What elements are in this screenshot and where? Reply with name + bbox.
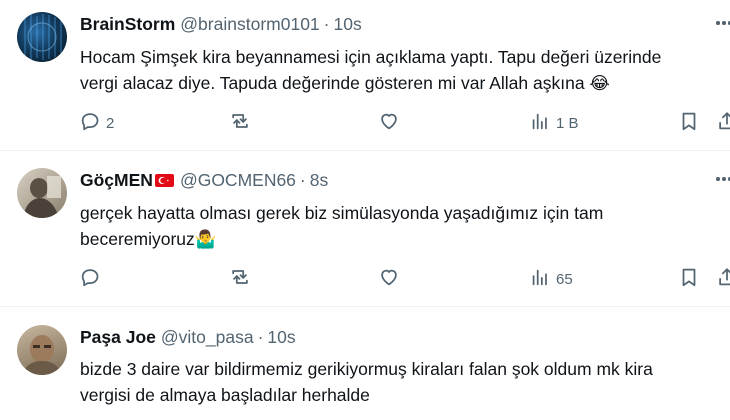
avatar[interactable]	[17, 168, 67, 218]
share-button[interactable]	[716, 266, 730, 292]
reply-icon	[79, 110, 101, 136]
repost-icon	[229, 266, 251, 292]
tweet-text-line: beceremiyoruz🤷‍♂️	[80, 229, 217, 249]
views-icon	[529, 110, 551, 136]
separator-dot: ·	[257, 326, 264, 347]
repost-icon	[229, 110, 251, 136]
tweet-pasa-joe[interactable]: Paşa Joe @vito_pasa · 10s bizde 3 daire …	[0, 307, 730, 420]
tweet-text: Hocam Şimşek kira beyannamesi için açıkl…	[80, 44, 730, 96]
heart-icon	[378, 110, 400, 136]
avatar[interactable]	[17, 12, 67, 62]
tweet-brainstorm[interactable]: BrainStorm @brainstorm0101 · 10s Hocam Ş…	[0, 0, 730, 150]
share-button[interactable]	[716, 110, 730, 136]
tweet-text-line: bizde 3 daire var bildirmemiz gerikiyorm…	[80, 359, 653, 379]
more-icon[interactable]	[716, 21, 730, 27]
bookmark-icon	[678, 110, 700, 136]
reply-button[interactable]: 2	[79, 110, 114, 136]
tweet-text: gerçek hayatta olması gerek biz simülasy…	[80, 200, 730, 252]
like-button[interactable]	[378, 110, 400, 136]
reply-button[interactable]	[79, 266, 101, 292]
tweet-header: GöçMEN @GOCMEN66 · 8s	[80, 169, 328, 191]
tweet-actions: 2 1 B	[0, 110, 730, 136]
views-button[interactable]: 1 B	[529, 110, 579, 136]
tweet-text-line: gerçek hayatta olması gerek biz simülasy…	[80, 203, 604, 223]
share-icon	[716, 266, 730, 292]
tweet-text-line: vergi alacaz diye. Tapuda değerinde göst…	[80, 73, 610, 93]
views-button[interactable]: 65	[529, 266, 573, 292]
repost-button[interactable]	[229, 266, 251, 292]
bookmark-button[interactable]	[678, 266, 700, 292]
tweet-text-line: vergisi de almaya başladılar herhalde	[80, 385, 370, 405]
bookmark-icon	[678, 266, 700, 292]
tweet-header: Paşa Joe @vito_pasa · 10s	[80, 326, 296, 348]
views-count: 1 B	[556, 114, 579, 132]
tweet-gocmen[interactable]: GöçMEN @GOCMEN66 · 8s gerçek hayatta olm…	[0, 151, 730, 306]
user-handle[interactable]: @brainstorm0101	[180, 14, 319, 35]
user-handle[interactable]: @vito_pasa	[161, 327, 254, 348]
separator-dot: ·	[323, 13, 330, 34]
display-name[interactable]: Paşa Joe	[80, 327, 156, 348]
views-icon	[529, 266, 551, 292]
heart-icon	[378, 266, 400, 292]
repost-button[interactable]	[229, 110, 251, 136]
user-handle[interactable]: @GOCMEN66	[180, 170, 296, 191]
tweet-text-line: Hocam Şimşek kira beyannamesi için açıkl…	[80, 47, 662, 67]
display-name[interactable]: BrainStorm	[80, 14, 175, 35]
tweet-text: bizde 3 daire var bildirmemiz gerikiyorm…	[80, 356, 730, 408]
turkey-flag-icon	[154, 173, 174, 187]
tweet-actions: 65	[0, 266, 730, 292]
views-count: 65	[556, 270, 573, 288]
reply-icon	[79, 266, 101, 292]
tweet-header: BrainStorm @brainstorm0101 · 10s	[80, 13, 362, 35]
like-button[interactable]	[378, 266, 400, 292]
timestamp[interactable]: 10s	[333, 14, 361, 35]
separator-dot: ·	[299, 169, 306, 190]
avatar[interactable]	[17, 325, 67, 375]
bookmark-button[interactable]	[678, 110, 700, 136]
reply-count: 2	[106, 114, 115, 132]
timestamp[interactable]: 10s	[267, 327, 295, 348]
timestamp[interactable]: 8s	[310, 170, 328, 191]
display-name[interactable]: GöçMEN	[80, 170, 153, 191]
more-icon[interactable]	[716, 177, 730, 183]
share-icon	[716, 110, 730, 136]
